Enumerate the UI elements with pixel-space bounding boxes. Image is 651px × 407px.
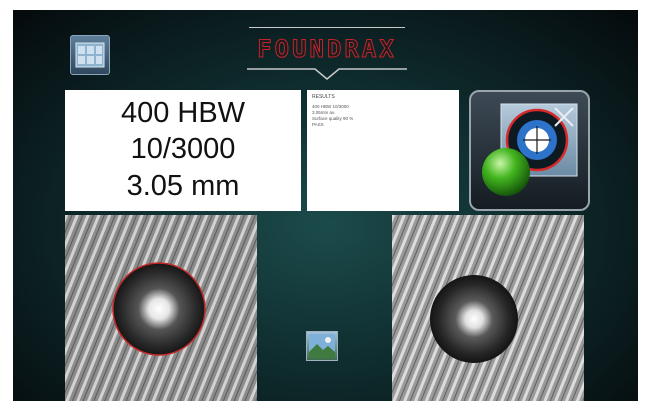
result-panel: 400 HBW 10/3000 3.05 mm (65, 90, 301, 211)
specimen-image-left (65, 215, 257, 401)
app-screen: FOUNDRAX 400 HBW 10/3000 3.05 mm RESULTS… (13, 10, 638, 401)
window-grid-icon (75, 42, 105, 68)
test-load: 10/3000 (130, 133, 236, 165)
brand-logo: FOUNDRAX (245, 26, 409, 96)
menu-button[interactable] (70, 35, 110, 75)
measure-target-icon (482, 103, 578, 196)
landscape-image-icon (309, 334, 335, 358)
logo-top-rule (249, 27, 405, 28)
hardness-value: 400 HBW (120, 97, 246, 129)
details-line: PASS (312, 122, 324, 127)
details-panel: RESULTS 400 HBW 10/3000 3.05mm av. Surfa… (307, 90, 459, 211)
details-title: RESULTS (312, 94, 335, 100)
measure-button[interactable] (469, 90, 590, 211)
green-ball-icon (482, 148, 530, 196)
specimen-image-right (392, 215, 584, 401)
indent-diameter: 3.05 mm (126, 170, 240, 202)
brand-name: FOUNDRAX (257, 35, 397, 64)
indentation-mark (430, 275, 518, 363)
image-thumbnail-button[interactable] (306, 331, 338, 361)
logo-chevron (247, 68, 407, 80)
